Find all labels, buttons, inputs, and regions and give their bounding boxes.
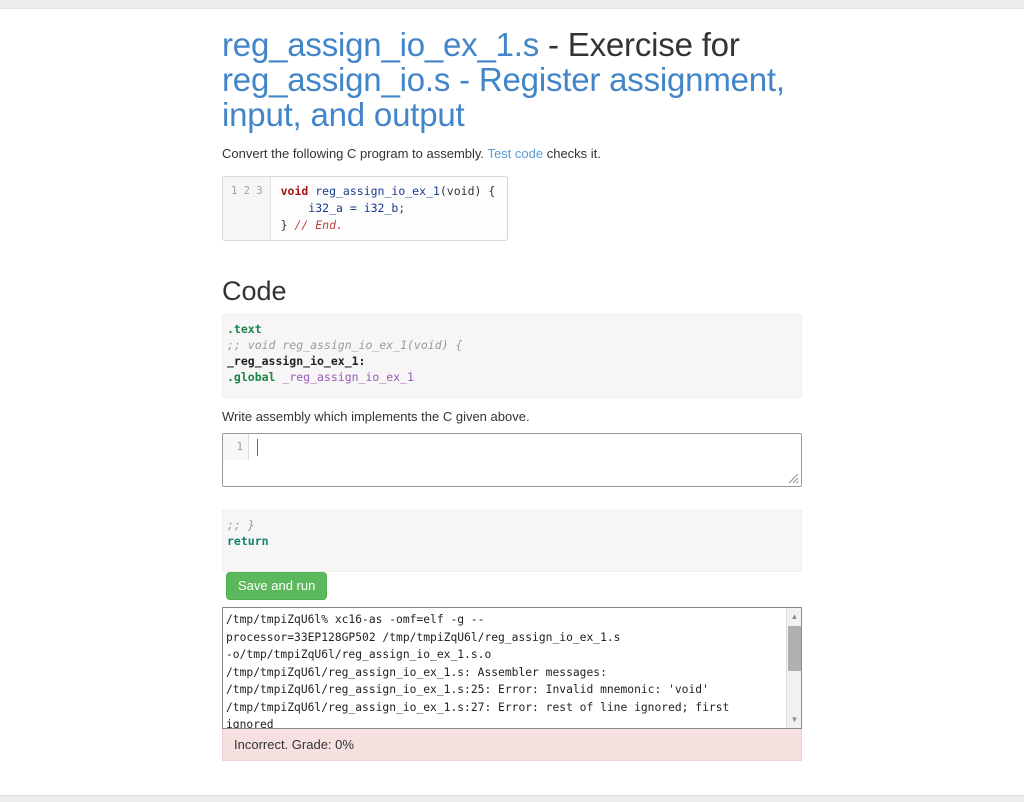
grade-status-banner: Incorrect. Grade: 0%: [222, 729, 802, 761]
assembly-editor[interactable]: 1: [222, 433, 802, 487]
save-and-run-button[interactable]: Save and run: [226, 572, 328, 600]
editor-line-number: 1: [223, 434, 249, 460]
code-section-heading: Code: [222, 276, 287, 306]
console-output-panel[interactable]: /tmp/tmpiZqU6l% xc16-as -omf=elf -g -- p…: [222, 607, 802, 729]
scroll-down-icon[interactable]: ▼: [787, 712, 801, 727]
c-token-keyword-void: void: [280, 184, 309, 198]
assembly-suffix-block: ;; } return: [222, 510, 802, 572]
asm-comment-signature: ;; void reg_assign_io_ex_1(void) {: [227, 338, 463, 352]
page-title-exercise-for: Exercise for: [567, 26, 740, 63]
scrollbar-thumb[interactable]: [788, 626, 801, 671]
page-title-sep2: -: [450, 61, 479, 98]
test-code-link[interactable]: Test code: [487, 146, 543, 161]
console-output-text: /tmp/tmpiZqU6l% xc16-as -omf=elf -g -- p…: [226, 613, 730, 728]
page-title: reg_assign_io_ex_1.s - Exercise for reg_…: [222, 9, 802, 132]
page-title-file: reg_assign_io_ex_1.s: [222, 26, 540, 63]
c-token-assignment: i32_a = i32_b;: [280, 201, 406, 215]
page-frame: reg_assign_io_ex_1.s - Exercise for reg_…: [0, 8, 1024, 796]
asm-label: _reg_assign_io_ex_1:: [227, 354, 366, 368]
assembly-prefix-block: .text ;; void reg_assign_io_ex_1(void) {…: [222, 314, 802, 398]
assembly-input[interactable]: [256, 434, 801, 486]
lead-after: checks it.: [546, 146, 601, 161]
asm-directive-text: .text: [227, 322, 262, 336]
asm-directive-global: .global: [227, 370, 276, 384]
c-source-code: void reg_assign_io_ex_1(void) { i32_a = …: [270, 177, 507, 240]
console-scrollbar[interactable]: ▲ ▼: [786, 608, 801, 728]
asm-return-instruction: return: [227, 534, 269, 548]
c-token-params: (void) {: [439, 184, 496, 198]
content-column: reg_assign_io_ex_1.s - Exercise for reg_…: [222, 9, 802, 795]
c-source-line-numbers: 1 2 3: [223, 177, 271, 240]
lead-paragraph: Convert the following C program to assem…: [222, 145, 802, 162]
scroll-up-icon[interactable]: ▲: [787, 609, 801, 624]
page-title-source-file: reg_assign_io.s: [222, 61, 451, 98]
asm-global-symbol: _reg_assign_io_ex_1: [275, 370, 414, 384]
lead-before: Convert the following C program to assem…: [222, 146, 485, 161]
c-source-block: 1 2 3 void reg_assign_io_ex_1(void) { i3…: [222, 176, 509, 241]
helper-text: Write assembly which implements the C gi…: [222, 409, 530, 424]
asm-comment-close: ;; }: [227, 518, 255, 532]
c-token-function-name: reg_assign_io_ex_1: [308, 184, 440, 198]
c-token-close-brace: }: [280, 218, 295, 232]
c-token-comment: // End.: [294, 218, 343, 232]
page-title-sep1: -: [539, 26, 568, 63]
